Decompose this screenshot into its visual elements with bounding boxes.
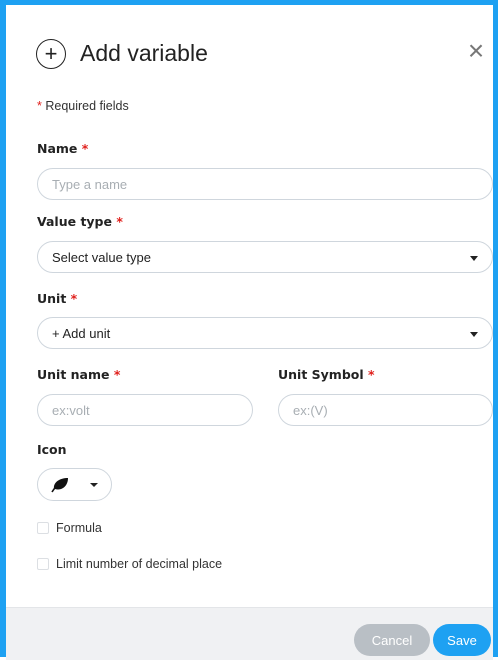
required-fields-text: Required fields [45,99,129,113]
unit-symbol-input[interactable] [293,402,478,418]
limit-decimal-checkbox[interactable] [37,558,49,570]
dialog-header: + Add variable × [30,35,490,75]
name-field[interactable] [37,168,493,200]
unit-label-text: Unit [37,291,67,306]
required-star: * [116,214,123,229]
unit-selected: + Add unit [52,325,111,341]
chevron-down-icon [470,332,478,337]
required-fields-note: * Required fields [37,99,129,113]
formula-checkbox[interactable] [37,522,49,534]
unit-symbol-label-text: Unit Symbol [278,367,364,382]
name-input[interactable] [52,176,478,192]
value-type-selected: Select value type [52,249,152,265]
unit-name-field[interactable] [37,394,253,426]
limit-decimal-label: Limit number of decimal place [56,557,223,571]
name-label-text: Name [37,141,78,156]
value-type-select[interactable]: Select value type [37,241,493,273]
formula-label: Formula [56,521,102,535]
limit-decimal-option[interactable]: Limit number of decimal place [37,557,222,571]
name-label: Name * [37,141,88,156]
required-star: * [81,141,89,156]
formula-option[interactable]: Formula [37,521,102,535]
unit-name-label: Unit name * [37,367,120,382]
chevron-down-icon [470,256,478,261]
value-type-label-text: Value type [37,214,112,229]
unit-symbol-label: Unit Symbol * [278,367,375,382]
unit-name-input[interactable] [52,402,238,418]
unit-symbol-field[interactable] [278,394,493,426]
dialog-footer: Cancel Save [6,607,493,660]
save-button[interactable]: Save [433,624,491,656]
icon-picker[interactable] [37,468,112,501]
required-star: * [37,99,42,113]
required-star: * [70,291,78,306]
cancel-button[interactable]: Cancel [354,624,430,656]
required-star: * [368,367,375,382]
leaf-icon [51,478,68,493]
add-circle-icon: + [36,39,66,69]
icon-label: Icon [37,442,67,457]
close-icon[interactable]: × [462,37,490,65]
unit-select[interactable]: + Add unit [37,317,493,349]
value-type-label: Value type * [37,214,123,229]
dialog-title: Add variable [80,40,208,66]
chevron-down-icon [90,483,98,487]
unit-name-label-text: Unit name [37,367,110,382]
unit-label: Unit * [37,291,77,306]
add-variable-dialog: + Add variable × * Required fields Name … [0,0,498,660]
required-star: * [113,367,121,382]
